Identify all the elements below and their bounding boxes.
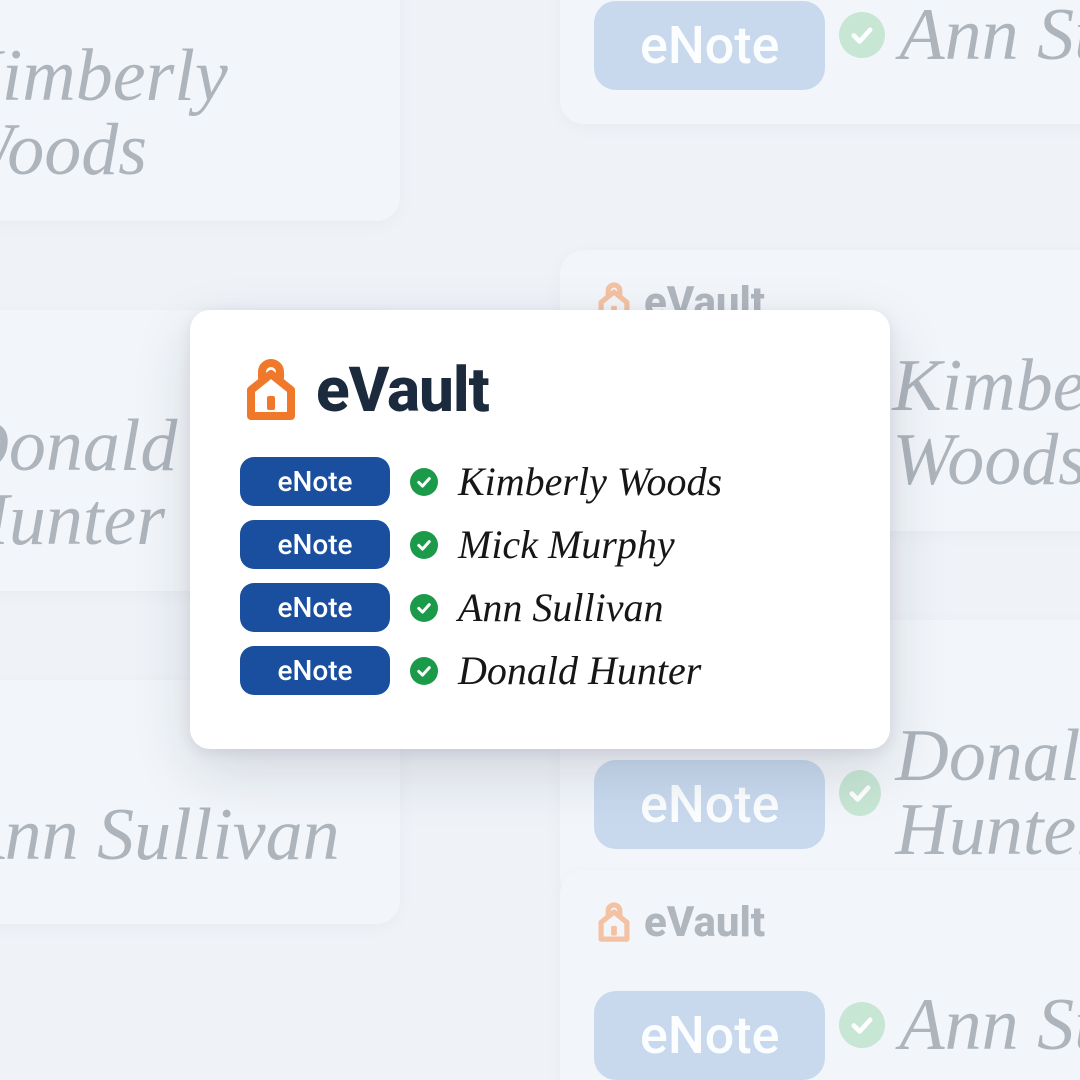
- check-circle-icon: [839, 12, 885, 58]
- lock-icon: [240, 358, 302, 424]
- check-circle-icon: [410, 594, 438, 622]
- ghost-evault-card: eVaulteNoteAnn Sullivan: [560, 0, 1080, 124]
- ghost-signer-row: eNoteKimberly Woods: [0, 39, 366, 187]
- ghost-signature: Ann Sullivan: [0, 798, 340, 872]
- check-circle-icon: [839, 1002, 885, 1048]
- lock-icon: [594, 901, 634, 945]
- ghost-evault-card: eVault eNoteKimberly Woods: [0, 0, 400, 221]
- check-circle-icon: [410, 531, 438, 559]
- enote-pill[interactable]: eNote: [240, 646, 390, 695]
- check-circle-icon: [410, 657, 438, 685]
- ghost-brand-row: eVault: [0, 0, 366, 17]
- ghost-signer-row: eNote Ann Sullivan: [594, 969, 1080, 1080]
- enote-pill[interactable]: eNote: [240, 520, 390, 569]
- signer-list: eNoteKimberly WoodseNoteMick MurphyeNote…: [240, 457, 840, 695]
- brand-row: eVault: [240, 354, 840, 427]
- check-circle-icon: [410, 468, 438, 496]
- signer-row: eNote Donald Hunter: [240, 646, 840, 695]
- signer-signature: Kimberly Woods: [458, 462, 722, 502]
- ghost-signer-row: eNote Ann Sullivan: [594, 0, 1080, 90]
- ghost-brand-row: eVault: [594, 898, 1080, 947]
- signer-signature: Mick Murphy: [458, 525, 675, 565]
- signer-row: eNote Mick Murphy: [240, 520, 840, 569]
- enote-pill[interactable]: eNote: [240, 583, 390, 632]
- signer-row: eNote Ann Sullivan: [240, 583, 840, 632]
- brand-text: eVault: [316, 354, 489, 427]
- ghost-signature: Ann Sullivan: [899, 988, 1080, 1062]
- ghost-signature: Donald Hunter: [895, 719, 1080, 867]
- signer-signature: Donald Hunter: [458, 651, 701, 691]
- enote-pill[interactable]: eNote: [240, 457, 390, 506]
- ghost-enote-pill: eNote: [594, 1, 825, 90]
- ghost-evault-card: eVault eNote Ann Sullivan: [560, 870, 1080, 1080]
- ghost-signer-row: eNoteAnn Sullivan: [0, 779, 366, 890]
- ghost-brand-text: eVault: [644, 898, 765, 947]
- ghost-signature: Kimberly Woods: [892, 349, 1080, 497]
- signer-row: eNote Kimberly Woods: [240, 457, 840, 506]
- ghost-signature: Kimberly Woods: [0, 39, 366, 187]
- signer-signature: Ann Sullivan: [458, 588, 664, 628]
- ghost-enote-pill: eNote: [594, 991, 825, 1080]
- ghost-enote-pill: eNote: [594, 760, 825, 849]
- check-circle-icon: [839, 770, 881, 816]
- ghost-signature: Ann Sullivan: [899, 0, 1080, 72]
- evault-card: eVault eNote Kimberly Woods eNote Mick Murp…: [190, 310, 890, 749]
